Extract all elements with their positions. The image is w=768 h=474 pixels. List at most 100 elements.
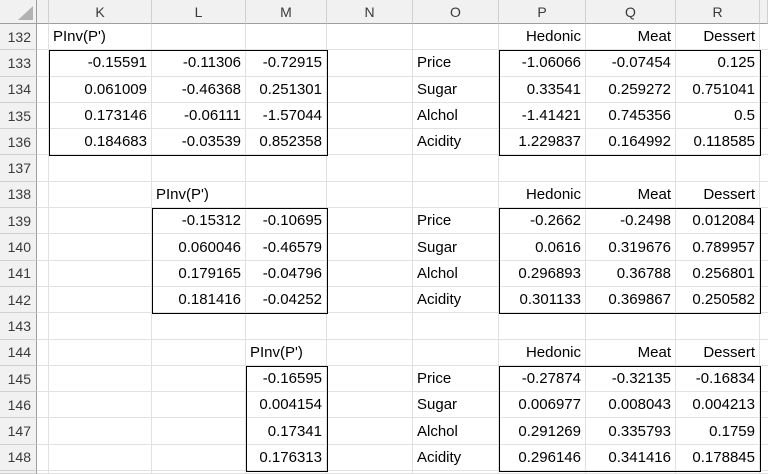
row-header-132[interactable]: 132 [0,24,37,51]
cell-L147[interactable] [152,418,246,445]
cell-J132[interactable] [37,24,49,51]
cell-J139[interactable] [37,208,49,235]
cell-L141[interactable]: 0.179165 [152,260,246,287]
cell-S144[interactable] [760,340,768,366]
cell-R146[interactable]: 0.004213 [676,392,760,419]
row-header-133[interactable]: 133 [0,50,37,77]
cell-P143[interactable] [499,313,586,340]
cell-M148[interactable]: 0.176313 [246,444,327,472]
cell-O138[interactable] [413,181,499,209]
cell-Q142[interactable]: 0.369867 [586,286,676,314]
row-header-134[interactable]: 134 [0,76,37,103]
cell-P140[interactable]: 0.0616 [499,234,586,261]
cell-P142[interactable]: 0.301133 [499,286,586,314]
cell-K145[interactable] [49,365,152,393]
cell-R142[interactable]: 0.250582 [676,286,760,314]
cell-Q138[interactable]: Meat [586,181,676,209]
cell-R141[interactable]: 0.256801 [676,260,760,287]
cell-Q145[interactable]: -0.32135 [586,365,676,393]
cell-J134[interactable] [37,76,49,103]
row-header-148[interactable]: 148 [0,444,37,472]
cell-R136[interactable]: 0.118585 [676,129,760,156]
cell-P136[interactable]: 1.229837 [499,129,586,156]
column-header-l[interactable]: L [152,0,246,24]
cell-R132[interactable]: Dessert [676,24,760,51]
cell-M140[interactable]: -0.46579 [246,234,327,261]
cell-J142[interactable] [37,286,49,314]
column-header-p[interactable]: P [499,0,586,24]
cell-M132[interactable] [246,24,327,51]
cell-P148[interactable]: 0.296146 [499,444,586,472]
cell-O147[interactable]: Alchol [413,418,499,445]
cell-K143[interactable] [49,313,152,340]
row-header-136[interactable]: 136 [0,129,37,156]
row-header-140[interactable]: 140 [0,234,37,261]
cell-L134[interactable]: -0.46368 [152,76,246,103]
cell-L135[interactable]: -0.06111 [152,102,246,130]
cell-L137[interactable] [152,155,246,182]
cell-J140[interactable] [37,234,49,261]
cell-N144[interactable] [327,339,413,366]
cell-R134[interactable]: 0.751041 [676,76,760,103]
cell-J143[interactable] [37,313,49,340]
row-header-138[interactable]: 138 [0,181,37,209]
cell-O141[interactable]: Alchol [413,260,499,287]
cell-Q148[interactable]: 0.341416 [586,444,676,472]
cell-M135[interactable]: -1.57044 [246,102,327,130]
cell-N145[interactable] [327,365,413,393]
cell-M134[interactable]: 0.251301 [246,76,327,103]
cell-Q140[interactable]: 0.319676 [586,234,676,261]
cell-M141[interactable]: -0.04796 [246,260,327,287]
row-header-143[interactable]: 143 [0,313,37,340]
cell-M138[interactable] [246,181,327,209]
cell-J144[interactable] [37,339,49,366]
cell-O135[interactable]: Alchol [413,102,499,130]
row-header-141[interactable]: 141 [0,260,37,287]
cell-N142[interactable] [327,286,413,314]
cell-O144[interactable] [413,339,499,366]
cell-S133[interactable] [760,50,768,77]
cell-N135[interactable] [327,102,413,130]
cell-P144[interactable]: Hedonic [499,339,586,366]
cell-Q132[interactable]: Meat [586,24,676,51]
cell-L142[interactable]: 0.181416 [152,286,246,314]
cell-L138[interactable]: PInv(P') [152,181,246,209]
cell-P139[interactable]: -0.2662 [499,208,586,235]
cell-N140[interactable] [327,234,413,261]
cell-L133[interactable]: -0.11306 [152,50,246,77]
cell-Q134[interactable]: 0.259272 [586,76,676,103]
cell-R139[interactable]: 0.012084 [676,208,760,235]
cell-Q137[interactable] [586,155,676,182]
cell-Q136[interactable]: 0.164992 [586,129,676,156]
cell-O139[interactable]: Price [413,208,499,235]
cell-N136[interactable] [327,129,413,156]
cell-M144[interactable]: PInv(P') [246,339,327,366]
cell-L139[interactable]: -0.15312 [152,208,246,235]
cell-Q143[interactable] [586,313,676,340]
cell-N148[interactable] [327,444,413,472]
cell-J145[interactable] [37,365,49,393]
cell-Q141[interactable]: 0.36788 [586,260,676,287]
cell-N138[interactable] [327,181,413,209]
cell-O142[interactable]: Acidity [413,286,499,314]
cell-J141[interactable] [37,260,49,287]
cell-K138[interactable] [49,181,152,209]
cell-K142[interactable] [49,286,152,314]
cell-N133[interactable] [327,50,413,77]
cell-S145[interactable] [760,366,768,393]
cell-N141[interactable] [327,260,413,287]
cell-M137[interactable] [246,155,327,182]
cell-R148[interactable]: 0.178845 [676,444,760,472]
row-header-146[interactable]: 146 [0,392,37,419]
cell-P137[interactable] [499,155,586,182]
cell-M139[interactable]: -0.10695 [246,208,327,235]
cell-N134[interactable] [327,76,413,103]
cell-R145[interactable]: -0.16834 [676,365,760,393]
cell-P145[interactable]: -0.27874 [499,365,586,393]
cell-P141[interactable]: 0.296893 [499,260,586,287]
cell-N143[interactable] [327,313,413,340]
cell-L143[interactable] [152,313,246,340]
cell-L136[interactable]: -0.03539 [152,129,246,156]
cell-P134[interactable]: 0.33541 [499,76,586,103]
cell-S139[interactable] [760,208,768,235]
